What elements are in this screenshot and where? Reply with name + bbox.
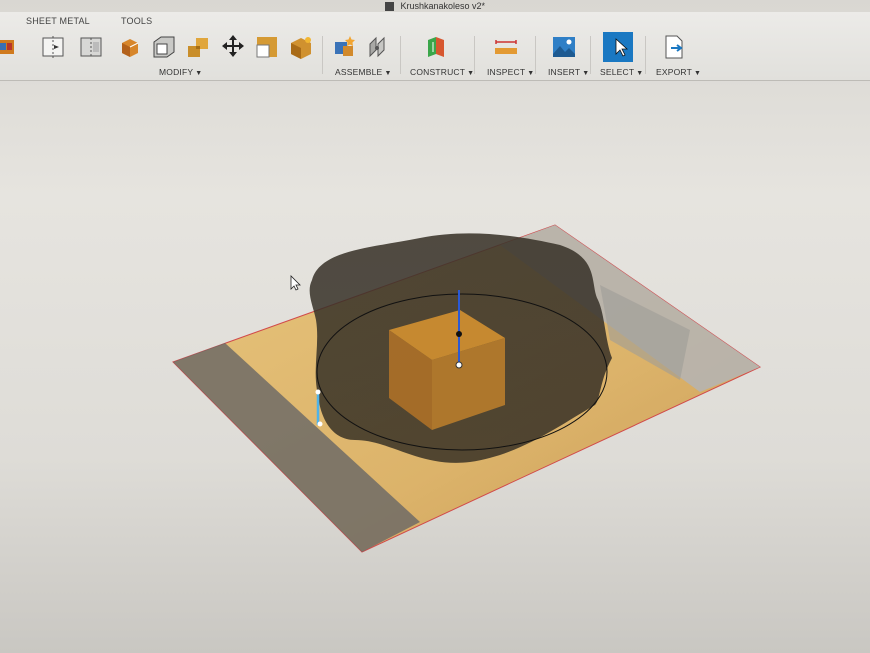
scale-icon[interactable] (254, 34, 280, 60)
joint-icon[interactable] (366, 34, 392, 60)
export-menu[interactable]: EXPORT ▼ (656, 67, 701, 77)
press-pull-icon[interactable] (116, 34, 142, 60)
insert-label: INSERT (548, 67, 581, 77)
inspect-label: INSPECT (487, 67, 526, 77)
document-icon (384, 2, 394, 12)
select-label: SELECT (600, 67, 635, 77)
export-label: EXPORT (656, 67, 692, 77)
box-icon[interactable] (0, 34, 18, 60)
chevron-down-icon: ▼ (694, 70, 702, 77)
split-face-icon[interactable] (78, 34, 104, 60)
divider (590, 36, 591, 74)
divider (400, 36, 401, 74)
appearance-icon[interactable] (288, 34, 314, 60)
tab-tools[interactable]: TOOLS (121, 16, 152, 26)
divider (322, 36, 323, 74)
chevron-down-icon: ▼ (195, 70, 203, 77)
assemble-menu[interactable]: ASSEMBLE ▼ (335, 67, 392, 77)
combine-icon[interactable] (186, 34, 212, 60)
inspect-menu[interactable]: INSPECT ▼ (487, 67, 534, 77)
construct-menu[interactable]: CONSTRUCT ▼ (410, 67, 474, 77)
window-title-bar: Krushkanakoleso v2* (0, 0, 870, 12)
shell-icon[interactable] (151, 34, 177, 60)
measure-icon[interactable] (493, 34, 519, 60)
export-icon[interactable] (661, 34, 687, 60)
new-component-icon[interactable] (332, 34, 358, 60)
arrow-cursor-icon (290, 275, 301, 291)
split-body-icon[interactable] (40, 34, 66, 60)
tab-sheet-metal[interactable]: SHEET METAL (26, 16, 90, 26)
modify-menu[interactable]: MODIFY ▼ (159, 67, 202, 77)
chevron-down-icon: ▼ (636, 70, 644, 77)
divider (535, 36, 536, 74)
move-icon[interactable] (220, 34, 246, 60)
window-title: Krushkanakoleso v2* (400, 1, 486, 11)
chevron-down-icon: ▼ (527, 70, 535, 77)
select-cursor-icon[interactable] (603, 32, 633, 62)
divider (645, 36, 646, 74)
chevron-down-icon: ▼ (582, 70, 590, 77)
chevron-down-icon: ▼ (384, 70, 392, 77)
modify-label: MODIFY (159, 67, 194, 77)
select-menu[interactable]: SELECT ▼ (600, 67, 643, 77)
divider (474, 36, 475, 74)
insert-menu[interactable]: INSERT ▼ (548, 67, 589, 77)
assemble-label: ASSEMBLE (335, 67, 383, 77)
ribbon-toolbar: SHEET METAL TOOLS MODIFY ▼ ASSEMBLE ▼ CO… (0, 12, 870, 81)
model-viewport[interactable] (0, 81, 870, 653)
construct-label: CONSTRUCT (410, 67, 466, 77)
insert-image-icon[interactable] (551, 34, 577, 60)
offset-plane-icon[interactable] (424, 34, 450, 60)
